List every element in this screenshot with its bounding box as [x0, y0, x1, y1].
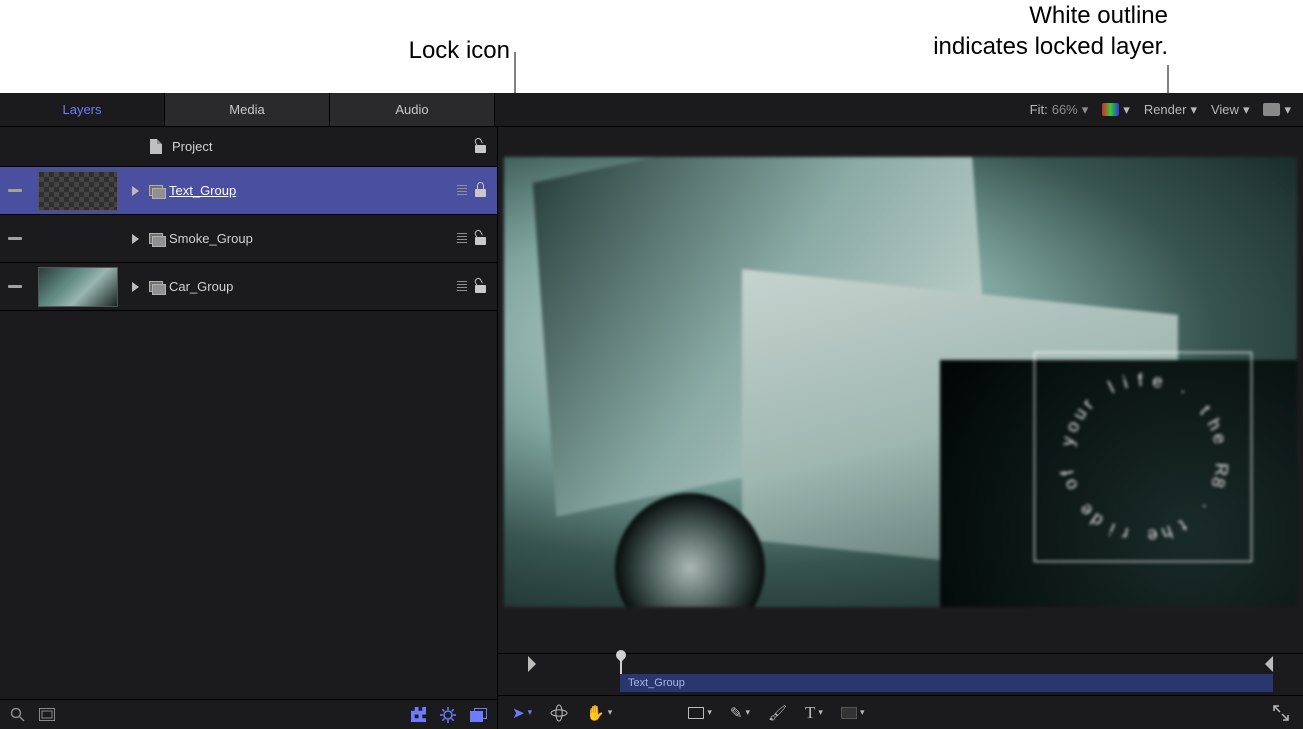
circular-text: the R8 · the ride of your life ·: [1035, 353, 1251, 561]
pan-tool[interactable]: ✋▾: [586, 704, 612, 722]
project-label: Project: [172, 139, 463, 154]
callout-outline-line1: White outline: [748, 0, 1168, 31]
group-icon: [149, 185, 163, 197]
preview-icon[interactable]: [457, 233, 467, 245]
layer-thumbnail: [38, 171, 118, 211]
fullscreen-icon[interactable]: [1273, 705, 1289, 721]
fit-value: 66%: [1052, 102, 1078, 117]
callout-outline: White outline indicates locked layer.: [748, 0, 1168, 62]
color-channel-menu[interactable]: ▾: [1102, 102, 1130, 118]
stack-icon[interactable]: [470, 708, 487, 722]
canvas-content: the R8 · the ride of your life ·: [504, 157, 1297, 607]
layers-footer: [0, 699, 497, 729]
frame-icon[interactable]: [39, 708, 55, 721]
in-point-icon[interactable]: [528, 656, 536, 672]
group-icon: [149, 281, 163, 293]
rectangle-tool[interactable]: ▾: [688, 707, 712, 719]
mask-tool[interactable]: ▾: [841, 707, 865, 719]
lock-toggle[interactable]: [473, 279, 487, 295]
3d-transform-tool[interactable]: [550, 704, 568, 722]
canvas-toolbar: ➤▾ ✋▾ ▾ ✎▾ 🖌 T▾ ▾: [498, 695, 1303, 729]
color-chip-icon: [1102, 103, 1119, 116]
fit-label: Fit:: [1030, 102, 1048, 117]
preview-icon[interactable]: [457, 185, 467, 197]
playhead[interactable]: [620, 654, 622, 674]
render-label: Render: [1144, 102, 1187, 117]
layout-menu[interactable]: ▾: [1263, 102, 1291, 118]
project-lock[interactable]: [473, 139, 487, 155]
layer-name[interactable]: Car_Group: [169, 279, 451, 294]
fit-zoom[interactable]: Fit: 66% ▾: [1030, 102, 1089, 118]
select-tool[interactable]: ➤▾: [512, 704, 532, 722]
layer-row[interactable]: Smoke_Group: [0, 215, 497, 263]
gear-icon[interactable]: [440, 707, 456, 723]
canvas-viewport[interactable]: the R8 · the ride of your life ·: [498, 127, 1303, 653]
canvas-area: the R8 · the ride of your life · Text_Gr…: [498, 127, 1303, 729]
group-icon: [149, 233, 163, 245]
pen-tool[interactable]: ✎▾: [730, 704, 750, 722]
disclosure-triangle-icon[interactable]: [132, 282, 139, 292]
lock-toggle[interactable]: [473, 231, 487, 247]
text-tool[interactable]: T▾: [805, 703, 823, 723]
layer-name[interactable]: Text_Group: [169, 183, 451, 198]
enable-toggle[interactable]: [8, 237, 22, 240]
layers-panel: Project Text_Group Smoke_Group Car_Group: [0, 127, 498, 729]
disclosure-triangle-icon[interactable]: [132, 234, 139, 244]
preview-icon[interactable]: [457, 281, 467, 293]
stepper-icon: ▾: [1082, 102, 1089, 118]
tab-media[interactable]: Media: [165, 93, 330, 126]
tab-layers[interactable]: Layers: [0, 93, 165, 126]
layout-chip-icon: [1263, 103, 1280, 116]
layer-row[interactable]: Text_Group: [0, 167, 497, 215]
out-point-icon[interactable]: [1265, 656, 1273, 672]
layer-name[interactable]: Smoke_Group: [169, 231, 451, 246]
app-window: Layers Media Audio Fit: 66% ▾ ▾ Render▾ …: [0, 93, 1303, 729]
enable-toggle[interactable]: [8, 189, 22, 192]
panel-tabs: Layers Media Audio Fit: 66% ▾ ▾ Render▾ …: [0, 93, 1303, 127]
checker-icon[interactable]: [411, 707, 426, 722]
project-row[interactable]: Project: [0, 127, 497, 167]
locked-layer-outline: the R8 · the ride of your life ·: [1034, 352, 1252, 562]
tab-audio[interactable]: Audio: [330, 93, 495, 126]
callout-lock: Lock icon: [300, 35, 510, 66]
canvas-controls: Fit: 66% ▾ ▾ Render▾ View▾ ▾: [495, 93, 1303, 126]
project-icon: [150, 139, 162, 154]
disclosure-triangle-icon[interactable]: [132, 186, 139, 196]
search-icon[interactable]: [10, 707, 25, 722]
layer-row[interactable]: Car_Group: [0, 263, 497, 311]
render-menu[interactable]: Render▾: [1144, 102, 1197, 118]
view-label: View: [1211, 102, 1239, 117]
callout-outline-line2: indicates locked layer.: [748, 31, 1168, 62]
lock-toggle[interactable]: [473, 183, 487, 199]
timeline-clip[interactable]: Text_Group: [620, 674, 1273, 692]
mini-timeline[interactable]: Text_Group: [498, 653, 1303, 695]
view-menu[interactable]: View▾: [1211, 102, 1249, 118]
brush-tool[interactable]: 🖌: [768, 704, 787, 722]
enable-toggle[interactable]: [8, 285, 22, 288]
layer-thumbnail: [38, 267, 118, 307]
